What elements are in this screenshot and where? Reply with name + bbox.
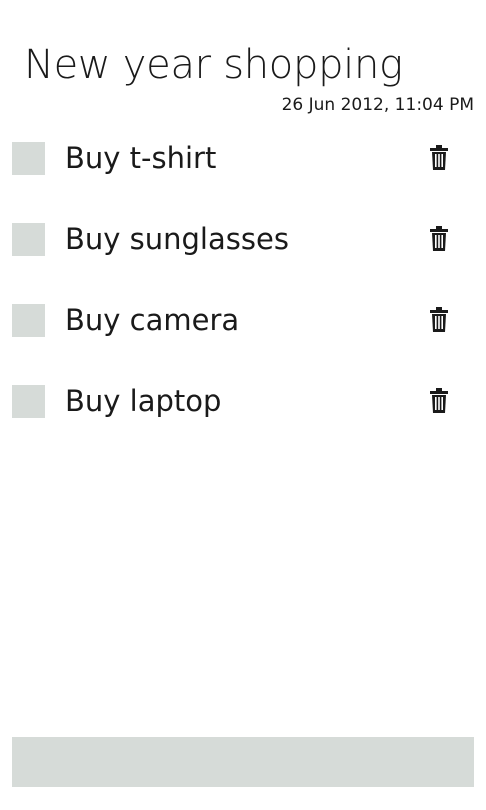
task-checkbox[interactable] bbox=[12, 385, 45, 418]
task-label: Buy camera bbox=[65, 303, 240, 337]
task-checkbox[interactable] bbox=[12, 223, 45, 256]
task-checkbox[interactable] bbox=[12, 304, 45, 337]
bottom-input-bar[interactable] bbox=[12, 737, 474, 787]
task-label: Buy sunglasses bbox=[65, 222, 289, 256]
task-item: Buy sunglasses bbox=[0, 208, 486, 289]
task-item: Buy camera bbox=[0, 289, 486, 370]
trash-icon[interactable] bbox=[429, 307, 449, 333]
trash-icon[interactable] bbox=[429, 226, 449, 252]
task-checkbox[interactable] bbox=[12, 142, 45, 175]
task-item: Buy laptop bbox=[0, 370, 486, 451]
task-label: Buy t-shirt bbox=[65, 141, 217, 175]
timestamp: 26 Jun 2012, 11:04 PM bbox=[281, 95, 474, 115]
task-list: Buy t-shirt Buy sunglasses Buy camera Bu… bbox=[0, 127, 486, 451]
page-title: New year shopping bbox=[24, 42, 403, 88]
task-label: Buy laptop bbox=[65, 384, 222, 418]
trash-icon[interactable] bbox=[429, 388, 449, 414]
trash-icon[interactable] bbox=[429, 145, 449, 171]
task-item: Buy t-shirt bbox=[0, 127, 486, 208]
